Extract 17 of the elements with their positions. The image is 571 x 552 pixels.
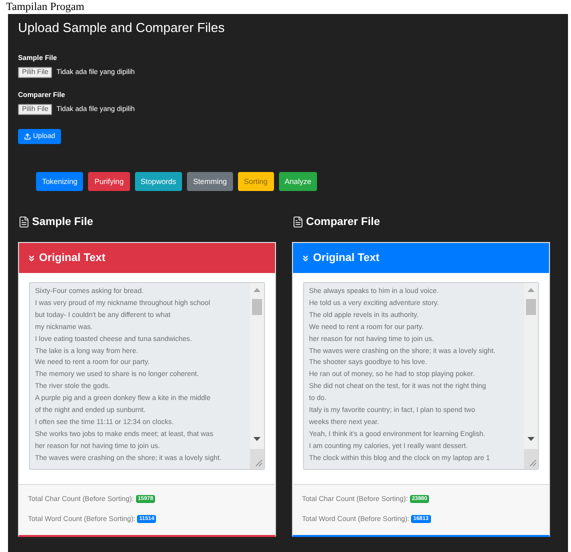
card-header[interactable]: Original Text <box>293 243 549 273</box>
text-area[interactable] <box>303 282 539 470</box>
chevrons-down-icon <box>301 254 310 262</box>
card-title: Original Text <box>313 252 380 264</box>
file-icon <box>292 216 304 228</box>
card-title: Original Text <box>39 252 106 264</box>
scrollbar-drawing[interactable] <box>524 283 538 469</box>
file-icon <box>18 216 30 228</box>
card-header[interactable]: Original Text <box>19 243 275 273</box>
section-heading: Comparer File <box>306 216 380 228</box>
section-heading: Sample File <box>32 216 94 228</box>
upload-icon <box>24 133 31 140</box>
text-area[interactable] <box>29 282 265 470</box>
chevrons-down-icon <box>27 254 36 262</box>
scrollbar-drawing[interactable] <box>250 283 264 469</box>
panel-title: Upload Sample and Comparer Files <box>18 20 226 35</box>
page-heading: Tampilan Progam <box>6 1 84 14</box>
